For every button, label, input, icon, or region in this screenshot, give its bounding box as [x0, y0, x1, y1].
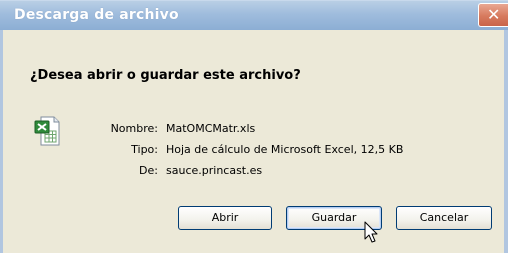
window-right-border: [504, 30, 508, 253]
dialog-question: ¿Desea abrir o guardar este archivo?: [30, 68, 301, 83]
download-dialog: Descarga de archivo ✕ ¿Desea abrir o gua…: [0, 0, 508, 253]
mouse-pointer-icon: [364, 221, 378, 249]
from-value: sauce.princast.es: [166, 164, 263, 177]
window-title: Descarga de archivo: [14, 7, 179, 23]
name-label: Nombre:: [110, 122, 158, 135]
name-value: MatOMCMatr.xls: [166, 122, 256, 135]
type-label: Tipo:: [131, 143, 158, 156]
from-label: De:: [139, 164, 158, 177]
excel-file-icon: [34, 116, 60, 150]
close-icon: ✕: [487, 5, 501, 24]
open-button[interactable]: Abrir: [178, 206, 272, 230]
window-left-border: [0, 30, 3, 253]
title-bar[interactable]: Descarga de archivo ✕: [0, 0, 508, 30]
close-button[interactable]: ✕: [478, 3, 508, 27]
cancel-button[interactable]: Cancelar: [396, 206, 492, 230]
type-value: Hoja de cálculo de Microsoft Excel, 12,5…: [166, 143, 404, 156]
